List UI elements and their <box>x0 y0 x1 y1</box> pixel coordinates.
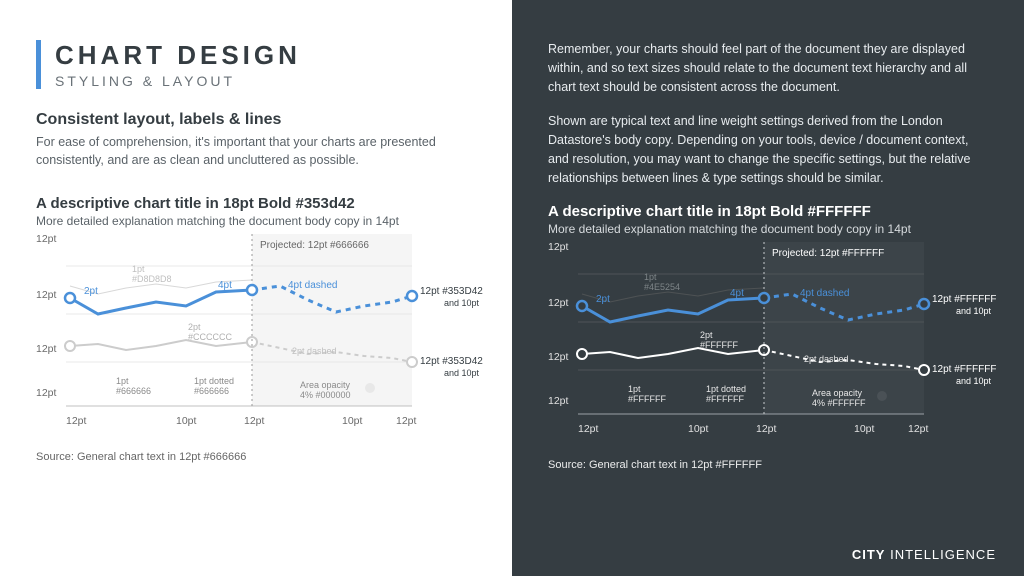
chart-block-dark: A descriptive chart title in 18pt Bold #… <box>548 203 988 471</box>
opacity-swatch <box>877 391 887 401</box>
panel-light: CHART DESIGN STYLING & LAYOUT Consistent… <box>0 0 512 576</box>
ytick: 12pt <box>548 395 569 407</box>
example-chart-light: 12pt 12pt 12pt 12pt Projected: 12pt #666… <box>36 228 484 440</box>
section-intro: Consistent layout, labels & lines For ea… <box>36 111 476 169</box>
chart-source: Source: General chart text in 12pt #6666… <box>36 451 476 463</box>
series-sec-label: 12pt #FFFFFF <box>932 364 996 375</box>
anno-dot-1pt: 1pt dotted#666666 <box>194 376 234 396</box>
anno-dot-1pt: 1pt dotted#FFFFFF <box>706 384 746 404</box>
xtick: 12pt <box>756 423 777 435</box>
accent-bar <box>36 40 41 89</box>
anno-grey-2pt-dash: 2pt dashed <box>292 346 337 356</box>
ytick: 12pt <box>548 351 569 363</box>
xtick: 10pt <box>176 415 197 427</box>
footer-brand: CITY INTELLIGENCE <box>852 547 996 562</box>
anno-area-opacity: Area opacity4% #FFFFFF <box>812 388 866 408</box>
ytick: 12pt <box>36 387 57 399</box>
anno-grey-2pt-dash: 2pt dashed <box>804 354 849 364</box>
brand-a: CITY <box>852 547 886 562</box>
page-title: CHART DESIGN <box>55 40 301 71</box>
xtick: 12pt <box>396 415 417 427</box>
xtick: 12pt <box>908 423 929 435</box>
title-text: CHART DESIGN STYLING & LAYOUT <box>55 40 301 89</box>
ytick: 12pt <box>36 289 57 301</box>
anno-grey-1pt: 1pt#D8D8D8 <box>132 264 172 284</box>
projected-label: Projected: 12pt #FFFFFF <box>772 248 884 259</box>
page-title-block: CHART DESIGN STYLING & LAYOUT <box>36 40 476 89</box>
series-sec-label: 12pt #353D42 <box>420 356 483 367</box>
series-main-sub: and 10pt <box>956 306 992 316</box>
xtick: 12pt <box>244 415 265 427</box>
intro-para-1: Remember, your charts should feel part o… <box>548 40 988 96</box>
xtick: 10pt <box>854 423 875 435</box>
series-main-label: 12pt #FFFFFF <box>932 294 996 305</box>
anno-4pt-dash: 4pt dashed <box>288 280 338 291</box>
xtick: 10pt <box>688 423 709 435</box>
opacity-swatch <box>365 383 375 393</box>
series-sec-sub: and 10pt <box>444 368 480 378</box>
ytick: 12pt <box>548 297 569 309</box>
xtick: 12pt <box>66 415 87 427</box>
chart-title: A descriptive chart title in 18pt Bold #… <box>36 195 476 212</box>
series-sec-sub: and 10pt <box>956 376 992 386</box>
anno-axis-1pt: 1pt#FFFFFF <box>628 384 666 404</box>
anno-2pt: 2pt <box>84 286 98 297</box>
anno-grey-2pt: 2pt#FFFFFF <box>700 330 738 350</box>
anno-4pt-dash: 4pt dashed <box>800 288 850 299</box>
intro-para-2: Shown are typical text and line weight s… <box>548 112 988 187</box>
anno-area-opacity: Area opacity4% #000000 <box>300 380 351 400</box>
page-subtitle: STYLING & LAYOUT <box>55 73 301 89</box>
panel-dark: Remember, your charts should feel part o… <box>512 0 1024 576</box>
anno-grey-2pt: 2pt#CCCCCC <box>188 322 233 342</box>
section-heading: Consistent layout, labels & lines <box>36 111 476 129</box>
xtick: 10pt <box>342 415 363 427</box>
xtick: 12pt <box>578 423 599 435</box>
anno-4pt: 4pt <box>730 288 744 299</box>
section-body: For ease of comprehension, it's importan… <box>36 133 476 169</box>
anno-4pt: 4pt <box>218 280 232 291</box>
chart-title: A descriptive chart title in 18pt Bold #… <box>548 203 988 220</box>
ytick: 12pt <box>36 233 57 245</box>
chart-subtitle: More detailed explanation matching the d… <box>36 214 476 228</box>
anno-2pt: 2pt <box>596 294 610 305</box>
anno-grey-1pt: 1pt#4E5254 <box>644 272 680 292</box>
example-chart-dark: 12pt 12pt 12pt 12pt Projected: 12pt #FFF… <box>548 236 996 448</box>
ytick: 12pt <box>36 343 57 355</box>
chart-block-light: A descriptive chart title in 18pt Bold #… <box>36 195 476 463</box>
projected-label: Projected: 12pt #666666 <box>260 240 369 251</box>
brand-b: INTELLIGENCE <box>885 547 996 562</box>
chart-subtitle: More detailed explanation matching the d… <box>548 222 988 236</box>
ytick: 12pt <box>548 241 569 253</box>
chart-source: Source: General chart text in 12pt #FFFF… <box>548 459 988 471</box>
series-main-label: 12pt #353D42 <box>420 286 483 297</box>
anno-axis-1pt: 1pt#666666 <box>116 376 151 396</box>
series-main-sub: and 10pt <box>444 298 480 308</box>
